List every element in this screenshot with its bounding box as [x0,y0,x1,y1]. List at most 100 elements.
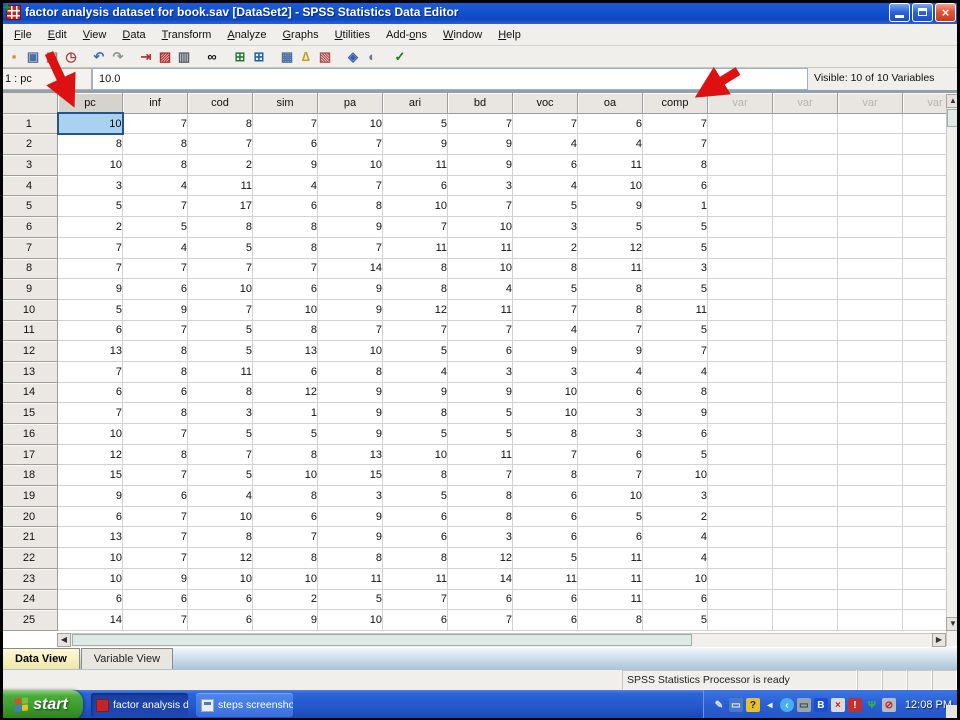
data-cell-empty[interactable] [708,403,773,424]
data-cell[interactable]: 11 [383,155,448,176]
hide-icons-chevron[interactable]: ‹ [780,698,794,712]
data-cell[interactable]: 8 [188,113,253,134]
data-cell[interactable]: 10 [188,568,253,589]
menu-graphs[interactable]: Graphs [274,26,326,44]
row-header-1[interactable]: 1 [1,113,58,134]
data-cell[interactable]: 11 [383,237,448,258]
data-cell[interactable]: 7 [188,299,253,320]
data-cell[interactable]: 3 [58,175,123,196]
data-cell[interactable]: 7 [188,134,253,155]
data-cell[interactable]: 12 [253,382,318,403]
data-cell[interactable]: 5 [58,299,123,320]
data-cell[interactable]: 6 [448,341,513,362]
insert-variable-icon[interactable]: ⊞ [250,48,268,66]
data-cell[interactable]: 10 [58,155,123,176]
data-cell[interactable]: 6 [253,196,318,217]
stylus-icon[interactable]: ✎ [712,698,726,712]
data-cell[interactable]: 10 [58,113,123,134]
data-cell[interactable]: 5 [318,589,383,610]
data-cell[interactable]: 17 [188,196,253,217]
data-cell[interactable]: 11 [578,155,643,176]
alert-icon[interactable]: ! [848,698,862,712]
data-cell-empty[interactable] [773,506,838,527]
data-cell[interactable]: 6 [188,589,253,610]
data-cell[interactable]: 12 [188,548,253,569]
data-cell[interactable]: 10 [643,465,708,486]
menu-file[interactable]: File [6,26,40,44]
data-cell[interactable]: 9 [253,155,318,176]
data-cell[interactable]: 6 [643,175,708,196]
data-cell[interactable]: 9 [448,382,513,403]
data-cell[interactable]: 11 [578,568,643,589]
data-cell[interactable]: 5 [513,548,578,569]
horizontal-scroll-thumb[interactable] [72,634,692,646]
goto-case-icon[interactable]: ⇥ [137,48,155,66]
row-header-17[interactable]: 17 [1,444,58,465]
data-cell[interactable]: 8 [253,486,318,507]
data-cell[interactable]: 3 [448,175,513,196]
data-cell-empty[interactable] [838,279,903,300]
column-header-oa[interactable]: oa [578,93,643,114]
data-cell[interactable]: 10 [58,568,123,589]
variables-icon[interactable]: ▥ [175,48,193,66]
row-header-7[interactable]: 7 [1,237,58,258]
volume-icon[interactable]: ◂ [763,698,777,712]
data-cell[interactable]: 9 [318,424,383,445]
data-cell[interactable]: 10 [448,258,513,279]
data-cell[interactable]: 6 [58,589,123,610]
data-cell[interactable]: 6 [383,175,448,196]
data-cell[interactable]: 8 [383,465,448,486]
data-cell[interactable]: 7 [578,465,643,486]
data-cell[interactable]: 8 [253,217,318,238]
data-cell-empty[interactable] [773,403,838,424]
data-cell-empty[interactable] [838,341,903,362]
scroll-right-button[interactable]: ▶ [932,633,946,647]
data-cell[interactable]: 4 [123,237,188,258]
data-cell[interactable]: 8 [513,424,578,445]
data-cell-empty[interactable] [773,444,838,465]
data-cell[interactable]: 9 [318,217,383,238]
data-cell[interactable]: 12 [448,548,513,569]
data-cell-empty[interactable] [773,237,838,258]
column-header-bd[interactable]: bd [448,93,513,114]
data-cell[interactable]: 3 [448,361,513,382]
data-cell[interactable]: 8 [253,237,318,258]
data-cell-empty[interactable] [838,424,903,445]
data-cell[interactable]: 6 [123,382,188,403]
data-cell-empty[interactable] [773,196,838,217]
data-cell[interactable]: 6 [383,610,448,631]
weight-cases-icon[interactable]: ∆ [297,48,315,66]
row-header-18[interactable]: 18 [1,465,58,486]
data-cell[interactable]: 5 [643,237,708,258]
data-cell[interactable]: 9 [318,527,383,548]
use-sets-icon[interactable]: ◐ [363,48,381,66]
row-header-6[interactable]: 6 [1,217,58,238]
data-cell[interactable]: 10 [253,465,318,486]
data-cell-empty[interactable] [708,175,773,196]
row-header-22[interactable]: 22 [1,548,58,569]
data-cell[interactable]: 12 [58,444,123,465]
menu-addons[interactable]: Add-ons [378,26,435,44]
menu-window[interactable]: Window [435,26,490,44]
data-cell-empty[interactable] [773,568,838,589]
data-cell[interactable]: 7 [643,341,708,362]
data-cell[interactable]: 7 [318,134,383,155]
data-cell-empty[interactable] [838,382,903,403]
data-cell[interactable]: 8 [123,361,188,382]
data-cell[interactable]: 11 [578,548,643,569]
data-cell[interactable]: 10 [188,506,253,527]
data-cell[interactable]: 9 [123,568,188,589]
data-cell[interactable]: 6 [188,610,253,631]
data-cell-empty[interactable] [708,506,773,527]
data-cell-empty[interactable] [708,589,773,610]
data-cell[interactable]: 6 [578,382,643,403]
data-cell[interactable]: 6 [123,589,188,610]
data-cell[interactable]: 4 [643,548,708,569]
data-cell-empty[interactable] [838,217,903,238]
data-cell-empty[interactable] [838,361,903,382]
spell-check-icon[interactable]: ✓ [391,48,409,66]
data-cell-empty[interactable] [838,237,903,258]
data-cell[interactable]: 13 [58,527,123,548]
data-cell-empty[interactable] [773,217,838,238]
data-cell-empty[interactable] [708,258,773,279]
